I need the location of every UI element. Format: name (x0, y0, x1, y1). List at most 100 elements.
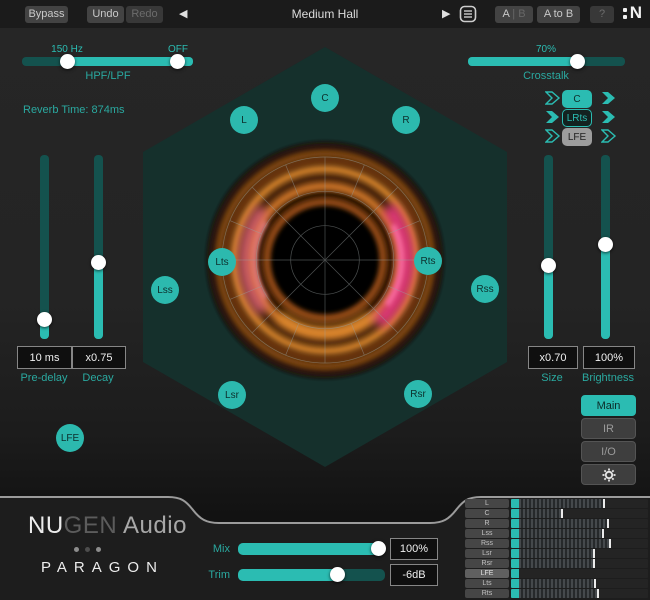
pre-delay-value[interactable]: 10 ms (17, 346, 72, 369)
meter-channel-label[interactable]: R (465, 519, 509, 528)
ab-toggle-button[interactable]: A | B (495, 6, 533, 23)
crosstalk-lrts-right-chevron-icon[interactable] (601, 109, 617, 125)
node-lfe[interactable]: LFE (56, 424, 84, 452)
ab-b-label: B (518, 8, 525, 20)
node-r[interactable]: R (392, 106, 420, 134)
decay-handle[interactable] (91, 255, 106, 270)
crosstalk-c-button[interactable]: C (562, 90, 592, 108)
meter-channel-label[interactable]: Lts (465, 579, 509, 588)
tab-main[interactable]: Main (581, 395, 636, 416)
crosstalk-c-left-chevron-icon[interactable] (545, 90, 561, 106)
ab-separator: | (512, 8, 515, 20)
node-rts[interactable]: Rts (414, 247, 442, 275)
crosstalk-slider[interactable] (468, 57, 625, 66)
ab-a-label: A (502, 8, 509, 20)
crosstalk-handle[interactable] (570, 54, 585, 69)
mix-slider[interactable] (238, 543, 385, 555)
hpf-handle[interactable] (60, 54, 75, 69)
meter-row: C (465, 509, 648, 518)
meter-row: Rss (465, 539, 648, 548)
trim-value[interactable]: -6dB (390, 564, 438, 586)
meter-lit (519, 549, 593, 558)
settings-button[interactable] (581, 464, 636, 485)
node-lts[interactable]: Lts (208, 248, 236, 276)
meter-row: Rts (465, 589, 648, 598)
meter-row: Lss (465, 529, 648, 538)
meter-channel-label[interactable]: LFE (465, 569, 509, 578)
meter-lit (519, 539, 609, 548)
meter-row: L (465, 499, 648, 508)
decay-value[interactable]: x0.75 (72, 346, 126, 369)
meter-bar (511, 559, 648, 568)
tab-ir[interactable]: IR (581, 418, 636, 439)
meter-bar (511, 509, 648, 518)
mix-value[interactable]: 100% (390, 538, 438, 560)
trim-slider[interactable] (238, 569, 385, 581)
meter-peak-tick (609, 539, 611, 548)
meter-lit (519, 509, 561, 518)
lpf-handle[interactable] (170, 54, 185, 69)
meter-bar (511, 579, 648, 588)
bypass-button[interactable]: Bypass (25, 6, 68, 23)
crosstalk-c-right-chevron-icon[interactable] (601, 90, 617, 106)
meter-input-block (511, 509, 519, 518)
preset-list-icon[interactable] (459, 5, 477, 23)
brightness-value[interactable]: 100% (583, 346, 635, 369)
node-lss[interactable]: Lss (151, 276, 179, 304)
meter-peak-tick (561, 509, 563, 518)
size-slider[interactable] (544, 155, 553, 339)
node-rsr[interactable]: Rsr (404, 380, 432, 408)
meter-bar (511, 549, 648, 558)
meter-channel-label[interactable]: Rss (465, 539, 509, 548)
crosstalk-lfe-right-chevron-icon[interactable] (601, 128, 617, 144)
next-preset-icon[interactable]: ▶ (442, 7, 450, 21)
meter-peak-tick (593, 559, 595, 568)
pre-delay-handle[interactable] (37, 312, 52, 327)
meter-bar (511, 499, 648, 508)
brightness-handle[interactable] (598, 237, 613, 252)
trim-handle[interactable] (330, 567, 345, 582)
meter-lit (519, 519, 607, 528)
meter-row: Rsr (465, 559, 648, 568)
paragon-plugin-window: Bypass Undo Redo ◀ Medium Hall ▶ A | B A… (0, 0, 650, 600)
node-rss[interactable]: Rss (471, 275, 499, 303)
meter-peak-tick (603, 499, 605, 508)
gear-icon (602, 468, 616, 482)
node-l[interactable]: L (230, 106, 258, 134)
node-lsr[interactable]: Lsr (218, 381, 246, 409)
meter-channel-label[interactable]: L (465, 499, 509, 508)
meter-lit (519, 529, 602, 538)
undo-button[interactable]: Undo (87, 6, 124, 23)
meter-channel-label[interactable]: Lss (465, 529, 509, 538)
meter-peak-tick (597, 589, 599, 598)
crosstalk-lfe-left-chevron-icon[interactable] (545, 128, 561, 144)
meter-bar (511, 569, 648, 578)
help-button[interactable]: ? (590, 6, 614, 23)
meter-input-block (511, 519, 519, 528)
redo-button[interactable]: Redo (126, 6, 163, 23)
mix-label: Mix (185, 543, 230, 555)
crosstalk-lfe-button[interactable]: LFE (562, 128, 592, 146)
meter-row: Lsr (465, 549, 648, 558)
meter-peak-tick (593, 549, 595, 558)
meter-channel-label[interactable]: C (465, 509, 509, 518)
meter-channel-label[interactable]: Lsr (465, 549, 509, 558)
a-to-b-button[interactable]: A to B (537, 6, 580, 23)
meter-channel-label[interactable]: Rts (465, 589, 509, 598)
meter-channel-label[interactable]: Rsr (465, 559, 509, 568)
crosstalk-lrts-left-chevron-icon[interactable] (545, 109, 561, 125)
node-c[interactable]: C (311, 84, 339, 112)
hpf-lpf-slider[interactable] (22, 57, 193, 66)
decay-slider[interactable] (94, 155, 103, 339)
meter-row: Lts (465, 579, 648, 588)
meter-bar (511, 539, 648, 548)
tab-io[interactable]: I/O (581, 441, 636, 462)
crosstalk-lrts-button[interactable]: LRts (562, 109, 592, 127)
meter-row: R (465, 519, 648, 528)
nugen-audio-logo: NUGEN Audio (28, 512, 187, 540)
size-handle[interactable] (541, 258, 556, 273)
prev-preset-icon[interactable]: ◀ (179, 7, 187, 21)
mix-handle[interactable] (371, 541, 386, 556)
preset-name[interactable]: Medium Hall (225, 7, 425, 21)
size-value[interactable]: x0.70 (528, 346, 578, 369)
